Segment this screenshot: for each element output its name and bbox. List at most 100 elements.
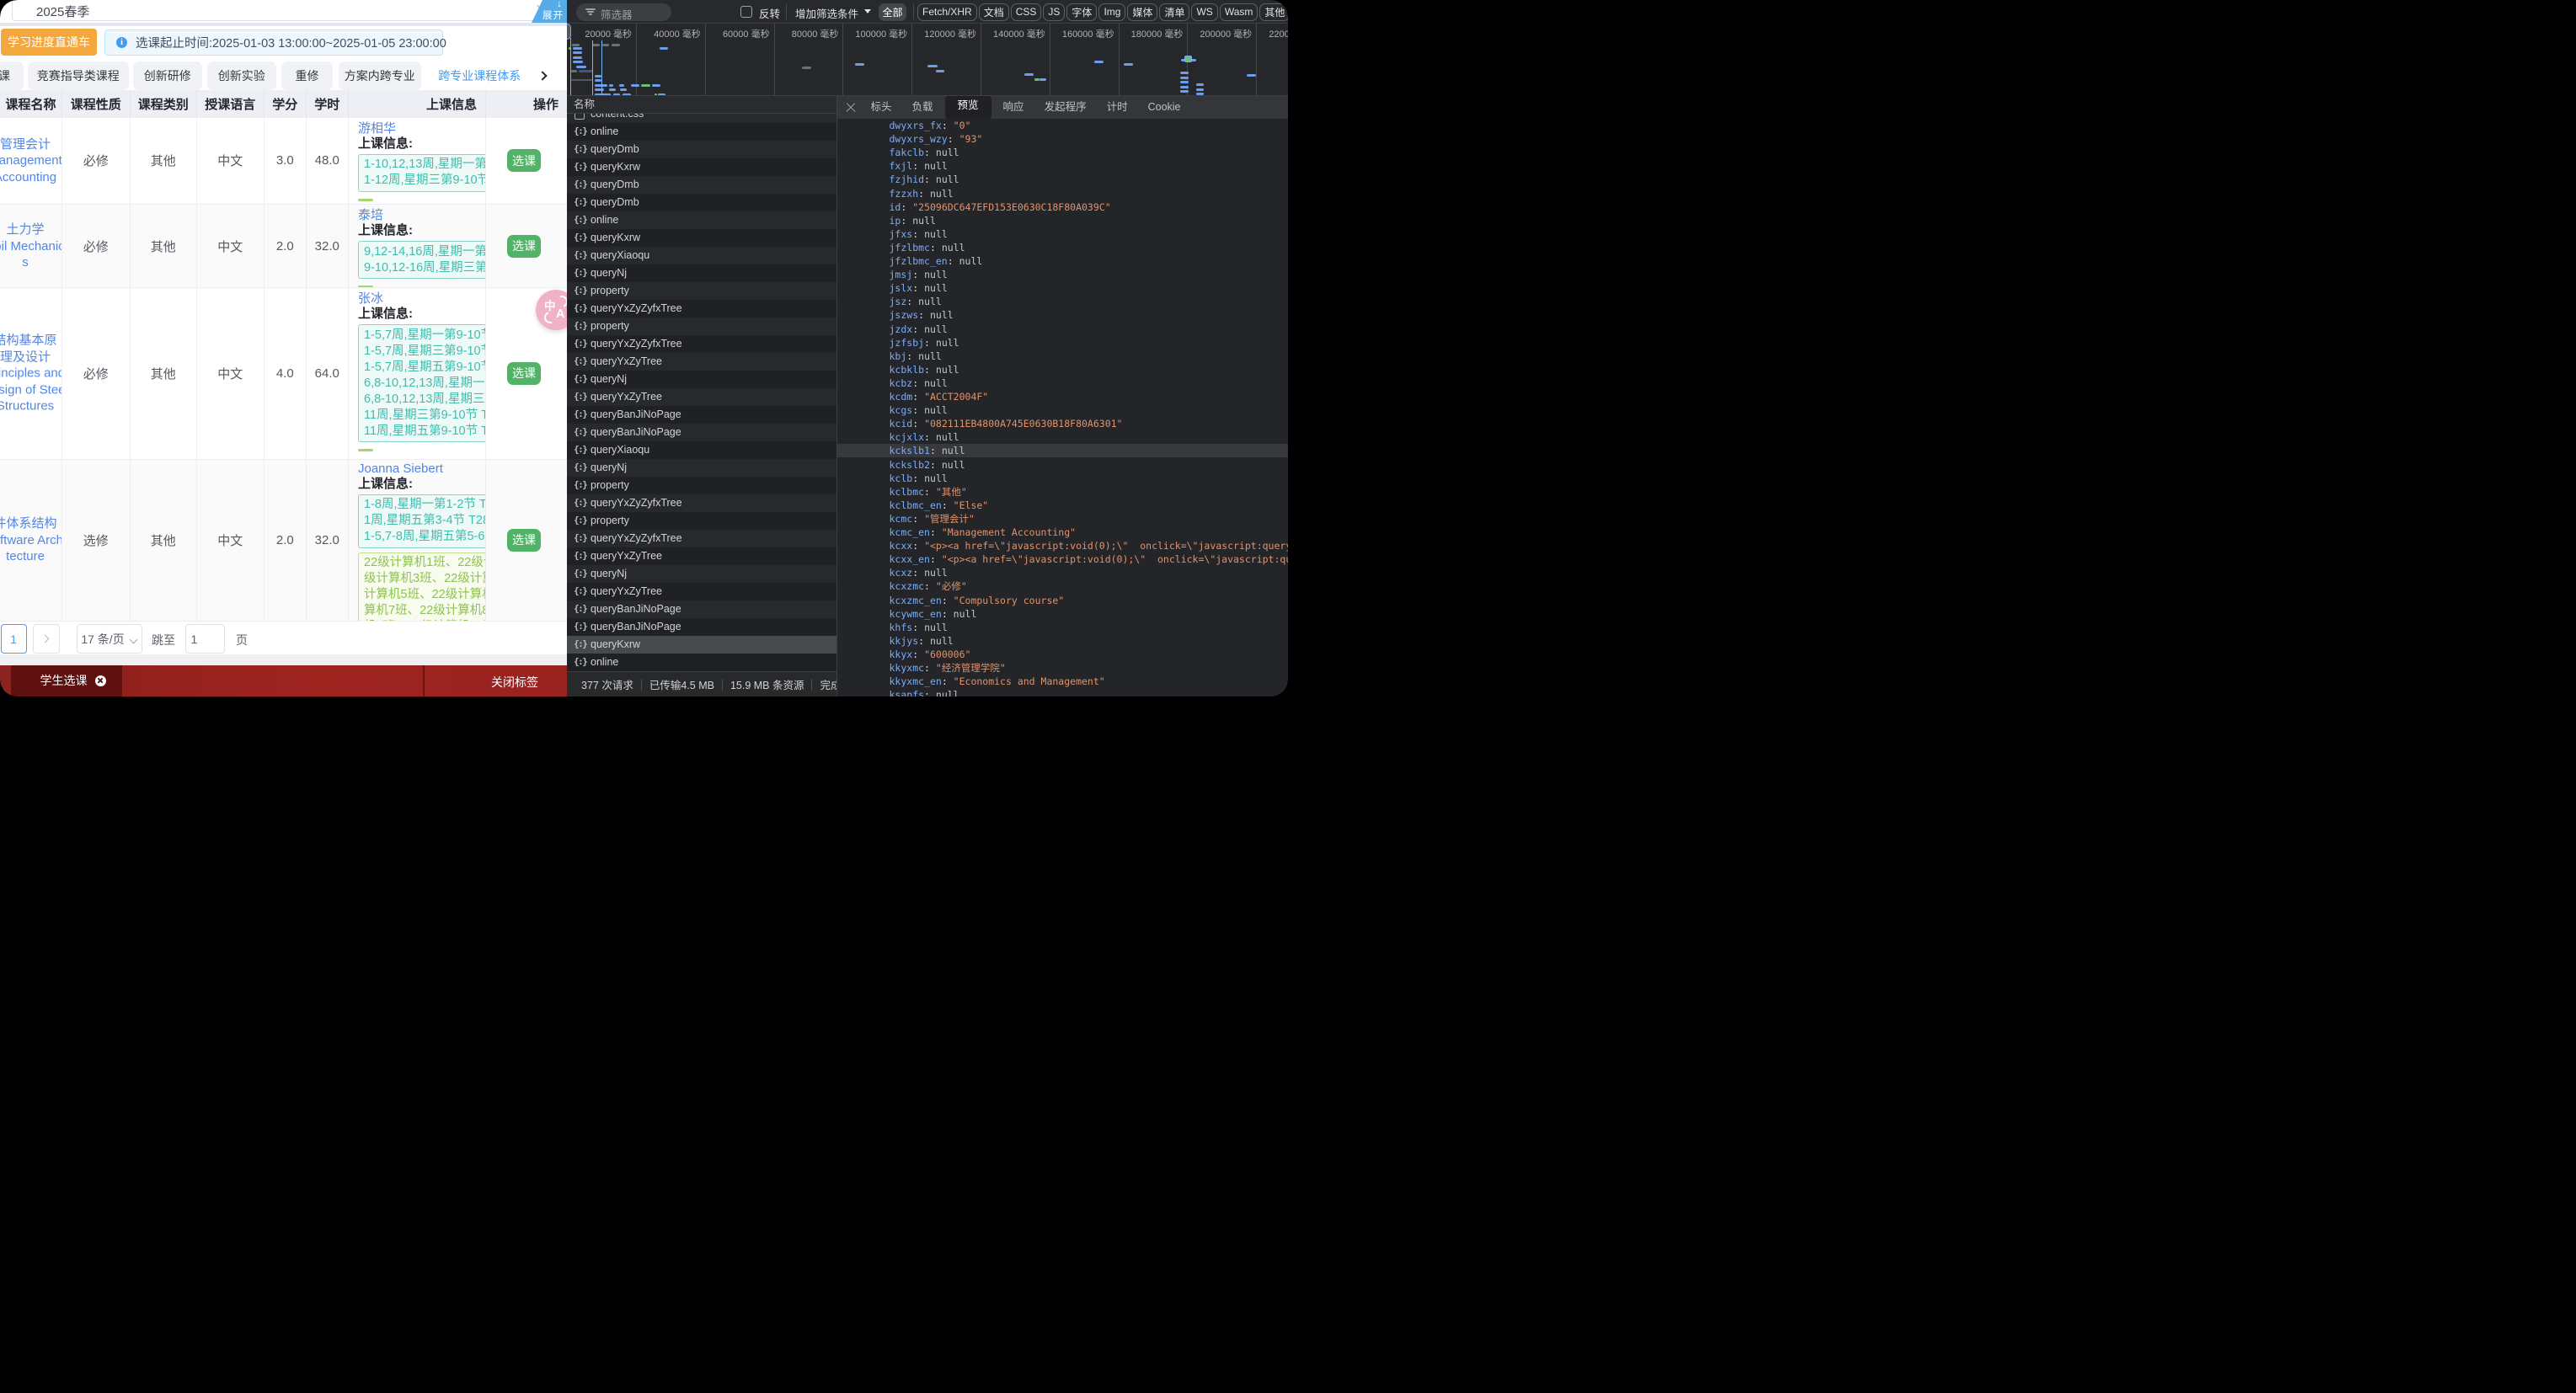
filter-chip--[interactable]: 媒体 bbox=[1127, 3, 1158, 21]
select-course-button[interactable]: 选课 bbox=[507, 234, 541, 258]
preview-row-kkjys[interactable]: kkjys: null bbox=[837, 634, 1289, 648]
request-row-property[interactable]: {:} property bbox=[567, 317, 836, 335]
preview-row-kckslb2[interactable]: kckslb2: null bbox=[837, 458, 1289, 472]
course-name-link[interactable]: 管理会计ManagementAccounting bbox=[0, 136, 61, 186]
preview-row-jfzlbmc[interactable]: jfzlbmc: null bbox=[837, 241, 1289, 254]
teacher-link[interactable]: 张冰 bbox=[358, 292, 485, 306]
preview-row-kcmc[interactable]: kcmc: "管理会计" bbox=[837, 512, 1289, 526]
preview-row-dwyxrs_wzy[interactable]: dwyxrs_wzy: "93" bbox=[837, 132, 1289, 146]
preview-row-khfs[interactable]: khfs: null bbox=[837, 621, 1289, 634]
filter-chip--[interactable]: 字体 bbox=[1066, 3, 1098, 21]
request-row-queryXiaoqu[interactable]: {:} queryXiaoqu bbox=[567, 440, 836, 459]
student-course-tab[interactable]: 学生选课 bbox=[10, 664, 122, 696]
preview-row-kcdm[interactable]: kcdm: "ACCT2004F" bbox=[837, 390, 1289, 403]
expand-dash[interactable] bbox=[358, 449, 373, 451]
preview-row-ksapfs[interactable]: ksapfs: null bbox=[837, 688, 1289, 696]
preview-row-jfzlbmc_en[interactable]: jfzlbmc_en: null bbox=[837, 254, 1289, 268]
preview-row-kcxx_en[interactable]: kcxx_en: "<p><a href=\"javascript:void(0… bbox=[837, 552, 1289, 566]
preview-row-kclb[interactable]: kclb: null bbox=[837, 472, 1289, 485]
next-page-button[interactable] bbox=[33, 624, 60, 654]
course-name-link[interactable]: 结构基本原理及设计 Principles andDesign of SteelSt… bbox=[0, 333, 61, 415]
course-tab-3[interactable]: 创新实验 bbox=[207, 61, 276, 90]
request-row-online[interactable]: {:} online bbox=[567, 653, 836, 671]
request-row-queryBanJiNoPage[interactable]: {:} queryBanJiNoPage bbox=[567, 600, 836, 618]
request-row-queryDmb[interactable]: {:} queryDmb bbox=[567, 175, 836, 194]
request-row-queryNj[interactable]: {:} queryNj bbox=[567, 264, 836, 282]
preview-row-jszws[interactable]: jszws: null bbox=[837, 308, 1289, 322]
course-name-link[interactable]: 件体系结构Software Archi tecture bbox=[0, 515, 61, 565]
details-tab-响应[interactable]: 响应 bbox=[993, 96, 1034, 119]
preview-row-jsz[interactable]: jsz: null bbox=[837, 295, 1289, 308]
request-row-queryYxZyTree[interactable]: {:} queryYxZyTree bbox=[567, 582, 836, 600]
preview-row-kcbklb[interactable]: kcbklb: null bbox=[837, 363, 1289, 376]
jump-page-input[interactable]: 1 bbox=[184, 624, 225, 654]
select-course-button[interactable]: 选课 bbox=[507, 361, 541, 385]
close-tab-icon[interactable] bbox=[94, 675, 106, 686]
request-row-queryNj[interactable]: {:} queryNj bbox=[567, 564, 836, 583]
request-row-queryBanJiNoPage[interactable]: {:} queryBanJiNoPage bbox=[567, 405, 836, 424]
request-row-online[interactable]: {:} online bbox=[567, 122, 836, 141]
teacher-link[interactable]: 游相华 bbox=[358, 121, 485, 136]
select-course-button[interactable]: 选课 bbox=[507, 528, 541, 552]
close-details-icon[interactable] bbox=[846, 102, 857, 113]
expand-dash[interactable] bbox=[358, 286, 373, 287]
details-tab-发起程序[interactable]: 发起程序 bbox=[1034, 96, 1097, 119]
request-row-queryYxZyZyfxTree[interactable]: {:} queryYxZyZyfxTree bbox=[567, 494, 836, 512]
preview-row-fzjhid[interactable]: fzjhid: null bbox=[837, 173, 1289, 186]
preview-row-fxjl[interactable]: fxjl: null bbox=[837, 159, 1289, 173]
expand-dash[interactable] bbox=[358, 198, 373, 201]
request-row-queryYxZyTree[interactable]: {:} queryYxZyTree bbox=[567, 387, 836, 406]
filter-chip-css[interactable]: CSS bbox=[1010, 3, 1042, 21]
course-tab-5[interactable]: 方案内跨专业 bbox=[338, 61, 421, 90]
request-row-queryYxZyZyfxTree[interactable]: {:} queryYxZyZyfxTree bbox=[567, 529, 836, 547]
preview-row-fakclb[interactable]: fakclb: null bbox=[837, 146, 1289, 159]
close-tabs-button[interactable]: 关闭标签 bbox=[491, 674, 538, 691]
request-row-queryKxrw[interactable]: {:} queryKxrw bbox=[567, 228, 836, 247]
request-row-queryKxrw[interactable]: {:} queryKxrw bbox=[567, 157, 836, 176]
preview-row-kkyxmc[interactable]: kkyxmc: "经济管理学院" bbox=[837, 661, 1289, 675]
more-filters-button[interactable]: 增加筛选条件 bbox=[795, 5, 858, 21]
preview-row-dwyxrs_fx[interactable]: dwyxrs_fx: "0" bbox=[837, 119, 1289, 132]
filter-chip-img[interactable]: Img bbox=[1098, 3, 1126, 21]
request-row-queryYxZyZyfxTree[interactable]: {:} queryYxZyZyfxTree bbox=[567, 299, 836, 318]
preview-row-kcmc_en[interactable]: kcmc_en: "Management Accounting" bbox=[837, 526, 1289, 539]
preview-row-jzfsbj[interactable]: jzfsbj: null bbox=[837, 336, 1289, 350]
preview-row-kcxzmc_en[interactable]: kcxzmc_en: "Compulsory course" bbox=[837, 594, 1289, 607]
details-tab-计时[interactable]: 计时 bbox=[1097, 96, 1138, 119]
select-course-button[interactable]: 选课 bbox=[507, 149, 541, 173]
filter-chip-js[interactable]: JS bbox=[1043, 3, 1066, 21]
request-row-queryBanJiNoPage[interactable]: {:} queryBanJiNoPage bbox=[567, 423, 836, 441]
page-button-1[interactable]: 1 bbox=[0, 624, 27, 654]
details-tab-负载[interactable]: 负载 bbox=[902, 96, 943, 119]
preview-row-jslx[interactable]: jslx: null bbox=[837, 281, 1289, 295]
request-row-queryNj[interactable]: {:} queryNj bbox=[567, 370, 836, 388]
tabs-next-arrow[interactable] bbox=[537, 61, 548, 90]
filter-chip--[interactable]: 全部 bbox=[879, 3, 907, 21]
preview-row-ip[interactable]: ip: null bbox=[837, 214, 1289, 227]
request-row-queryDmb[interactable]: {:} queryDmb bbox=[567, 140, 836, 158]
details-tab-标头[interactable]: 标头 bbox=[861, 96, 902, 119]
request-row-queryKxrw[interactable]: {:} queryKxrw bbox=[567, 635, 836, 654]
request-row-queryDmb[interactable]: {:} queryDmb bbox=[567, 193, 836, 211]
request-row-online[interactable]: {:} online bbox=[567, 211, 836, 229]
course-tab-2[interactable]: 创新研修 bbox=[132, 61, 202, 90]
preview-row-kcgs[interactable]: kcgs: null bbox=[837, 403, 1289, 417]
progress-button[interactable]: 学习进度直通车 bbox=[1, 29, 97, 56]
request-row-content.css[interactable]: content.css bbox=[567, 114, 836, 123]
preview-row-kcxz[interactable]: kcxz: null bbox=[837, 566, 1289, 579]
preview-row-fzzxh[interactable]: fzzxh: null bbox=[837, 187, 1289, 200]
teacher-link[interactable]: 泰培 bbox=[358, 209, 485, 222]
preview-row-kcywmc_en[interactable]: kcywmc_en: null bbox=[837, 607, 1289, 621]
request-row-queryBanJiNoPage[interactable]: {:} queryBanJiNoPage bbox=[567, 617, 836, 636]
request-row-queryYxZyTree[interactable]: {:} queryYxZyTree bbox=[567, 352, 836, 371]
preview-row-kcxzmc[interactable]: kcxzmc: "必修" bbox=[837, 579, 1289, 593]
name-column-header[interactable]: 名称 bbox=[567, 96, 836, 114]
filter-chip-fetch-xhr[interactable]: Fetch/XHR bbox=[917, 3, 977, 21]
preview-row-jzdx[interactable]: jzdx: null bbox=[837, 323, 1289, 336]
page-size-select[interactable]: 17 条/页 bbox=[76, 624, 142, 654]
course-tab-6[interactable]: 跨专业课程体系 bbox=[425, 61, 534, 90]
course-name-link[interactable]: 土力学Soil Mechanics bbox=[0, 221, 61, 271]
preview-row-kckslb1[interactable]: kckslb1: null bbox=[836, 444, 1288, 458]
request-row-property[interactable]: {:} property bbox=[567, 281, 836, 300]
network-overview-timeline[interactable]: 20000 毫秒 40000 毫秒 60000 毫秒 80000 毫秒 100000 毫… bbox=[567, 24, 1288, 96]
